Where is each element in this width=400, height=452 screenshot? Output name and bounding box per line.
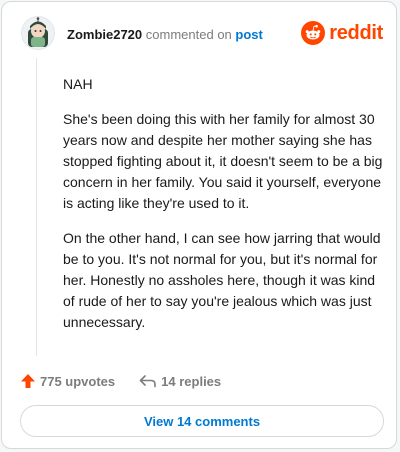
upvote-button[interactable]: 775 upvotes xyxy=(20,373,115,389)
comment-actions: 775 upvotes 14 replies xyxy=(20,370,245,392)
commented-on-text: commented on xyxy=(145,27,232,42)
reply-count: 14 replies xyxy=(161,373,222,389)
upvote-arrow-icon xyxy=(21,374,35,388)
reply-arrow-icon xyxy=(139,375,156,388)
username[interactable]: Zombie2720 xyxy=(67,27,142,42)
replies-button[interactable]: 14 replies xyxy=(139,373,221,389)
comment-body: NAH She's been doing this with her famil… xyxy=(63,74,383,347)
reddit-logo-icon xyxy=(301,21,326,45)
post-link[interactable]: post xyxy=(235,27,262,42)
comment-paragraph: On the other hand, I can see how jarring… xyxy=(63,230,381,330)
view-comments-button[interactable]: View 14 comments xyxy=(20,405,384,437)
upvote-count: 775 upvotes xyxy=(40,373,116,389)
avatar-icon xyxy=(22,17,54,49)
comment-meta: Zombie2720 commented on post xyxy=(67,27,263,43)
avatar[interactable] xyxy=(21,16,55,50)
comment-paragraph: She's been doing this with her family fo… xyxy=(63,111,383,211)
reddit-brand[interactable]: reddit xyxy=(301,20,383,46)
thread-line[interactable] xyxy=(36,58,37,356)
reddit-wordmark: reddit xyxy=(329,21,383,44)
comment-paragraph: NAH xyxy=(63,76,93,92)
comment-header: Zombie2720 commented on post reddit xyxy=(21,16,383,56)
comment-card: Zombie2720 commented on post reddit NAH … xyxy=(1,1,397,449)
